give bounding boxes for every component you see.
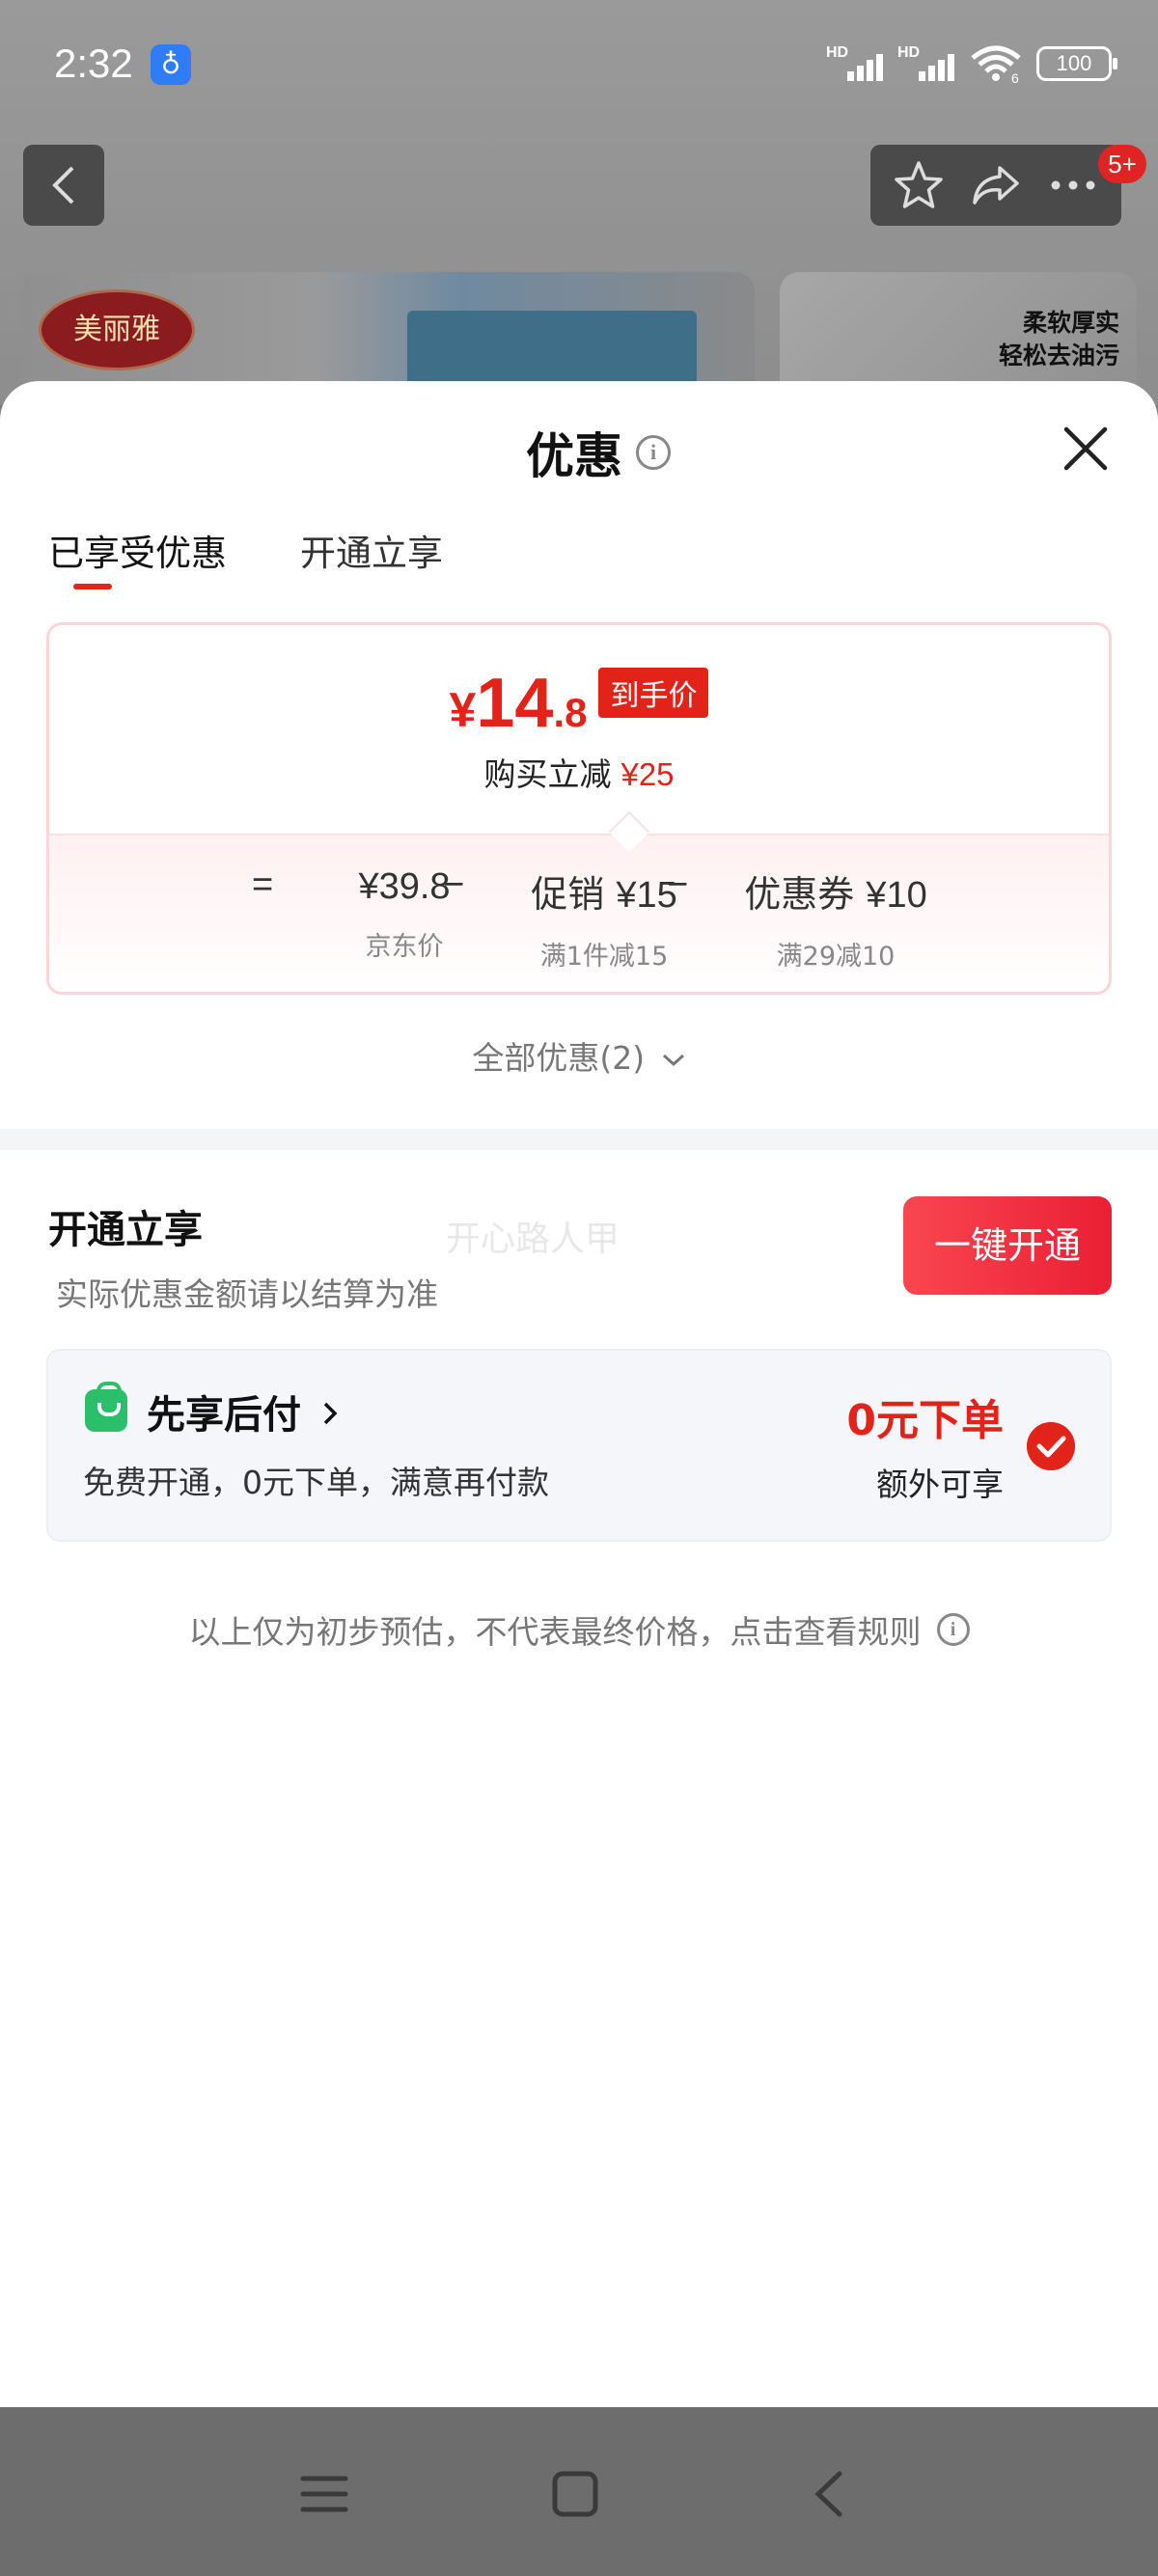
equals-sign: = [252,864,274,905]
banner-slogan-line1: 柔软厚实 [1022,309,1119,337]
breakdown-label: 满29减10 [776,942,896,972]
info-icon[interactable]: i [636,435,671,470]
star-icon[interactable] [892,158,946,212]
chevron-down-icon [662,1054,684,1066]
pay-later-title-text: 先享后付 [147,1393,301,1438]
pay-later-price: 0元下单 [846,1396,1004,1445]
svg-text:6: 6 [1011,70,1019,83]
status-time: 2:32 [54,41,133,86]
open-section-title: 开通立享 [48,1208,203,1252]
tab-open-enjoy[interactable]: 开通立享 [300,524,443,593]
price-breakdown-area: = ¥39.8 京东价 − 促销 ¥15 满1件减15 − 优惠券 ¥10 满2… [49,834,1109,992]
home-button[interactable] [537,2455,614,2533]
back-button[interactable] [23,145,104,226]
final-price: ¥14.8 [450,664,588,743]
open-section-subtitle: 实际优惠金额请以结算为准 [56,1275,438,1313]
sheet-title: 优惠 [526,428,622,484]
signal-icon-2: HD [897,44,955,83]
all-offers-toggle[interactable]: 全部优惠(2) [0,1032,1158,1079]
price-disclaimer[interactable]: 以上仅为初步预估，不代表最终价格，点击查看规则 i [0,1606,1158,1653]
home-square-icon [552,2471,598,2517]
pay-later-extra: 额外可享 [876,1466,1004,1503]
all-offers-label: 全部优惠(2) [472,1039,646,1077]
final-price-decimal: .8 [553,690,588,735]
save-amount: ¥25 [620,756,675,792]
price-summary-card: ¥14.8 到手价 购买立减 ¥25 = ¥39.8 京东价 − 促销 ¥15 满… [46,622,1112,995]
minus-sign-2: − [667,864,689,905]
final-price-line: ¥14.8 到手价 [49,664,1109,743]
final-price-integer: 14 [476,665,554,742]
back-arrow-icon [814,2471,842,2517]
status-indicators: HD HD 6 100 [826,44,1117,83]
final-price-area: ¥14.8 到手价 购买立减 ¥25 [49,625,1109,834]
pay-later-title[interactable]: 先享后付 [147,1384,340,1439]
save-line: 购买立减 ¥25 [49,749,1109,795]
breakdown-value: ¥39.8 [358,866,451,907]
watermark: 开心路人甲 [446,1219,620,1259]
shield-app-icon: ♁ [151,44,191,85]
system-back-button[interactable] [789,2455,867,2533]
breakdown-label: 京东价 [365,932,444,962]
sheet-header: 优惠 i [526,418,671,487]
chevron-right-icon [323,1402,338,1425]
section-divider [0,1129,1158,1150]
final-price-tag: 到手价 [598,668,709,718]
final-price-currency: ¥ [449,683,477,737]
top-actions [870,145,1121,226]
one-click-open-button[interactable]: 一键开通 [903,1196,1112,1295]
breakdown-value: 优惠券 ¥10 [744,873,927,916]
menu-icon [300,2476,348,2512]
save-label: 购买立减 [483,755,612,793]
breakdown-jd-price: ¥39.8 京东价 [308,864,501,963]
discount-sheet: 优惠 i 已享受优惠 开通立享 ¥14.8 到手价 购买立减 ¥25 = ¥39.… [0,381,1158,2407]
signal-icon: HD [826,44,884,83]
minus-sign: − [443,864,465,905]
pay-later-desc: 免费开通，0元下单，满意再付款 [83,1464,549,1501]
pay-later-card[interactable]: 先享后付 免费开通，0元下单，满意再付款 0元下单 额外可享 [46,1349,1112,1542]
brand-logo: 美丽雅 [39,289,195,370]
breakdown-label: 满1件减15 [539,942,669,972]
message-count-badge: 5+ [1098,145,1146,183]
menu-button[interactable] [286,2455,363,2533]
breakdown-coupon: 优惠券 ¥10 满29减10 [715,864,956,973]
close-icon[interactable] [1057,420,1115,478]
wifi-icon: 6 [971,45,1021,83]
status-bar: 2:32 ♁ HD HD 6 100 [0,0,1158,130]
banner-slogan: 柔软厚实 轻松去油污 [999,307,1119,372]
battery-icon: 100 [1036,46,1117,81]
shopping-bag-icon [85,1382,127,1432]
hd-label-2: HD [897,44,921,61]
more-icon[interactable] [1046,158,1100,212]
chevron-left-icon [52,166,74,205]
hd-label: HD [826,44,849,61]
active-tab-indicator [73,584,112,589]
check-icon[interactable] [1027,1422,1075,1470]
info-icon: i [936,1613,970,1646]
banner-slogan-line2: 轻松去油污 [998,342,1119,370]
system-nav-bar [0,2407,1158,2576]
disclaimer-text: 以上仅为初步预估，不代表最终价格，点击查看规则 [188,1613,922,1651]
share-icon[interactable] [969,158,1023,212]
